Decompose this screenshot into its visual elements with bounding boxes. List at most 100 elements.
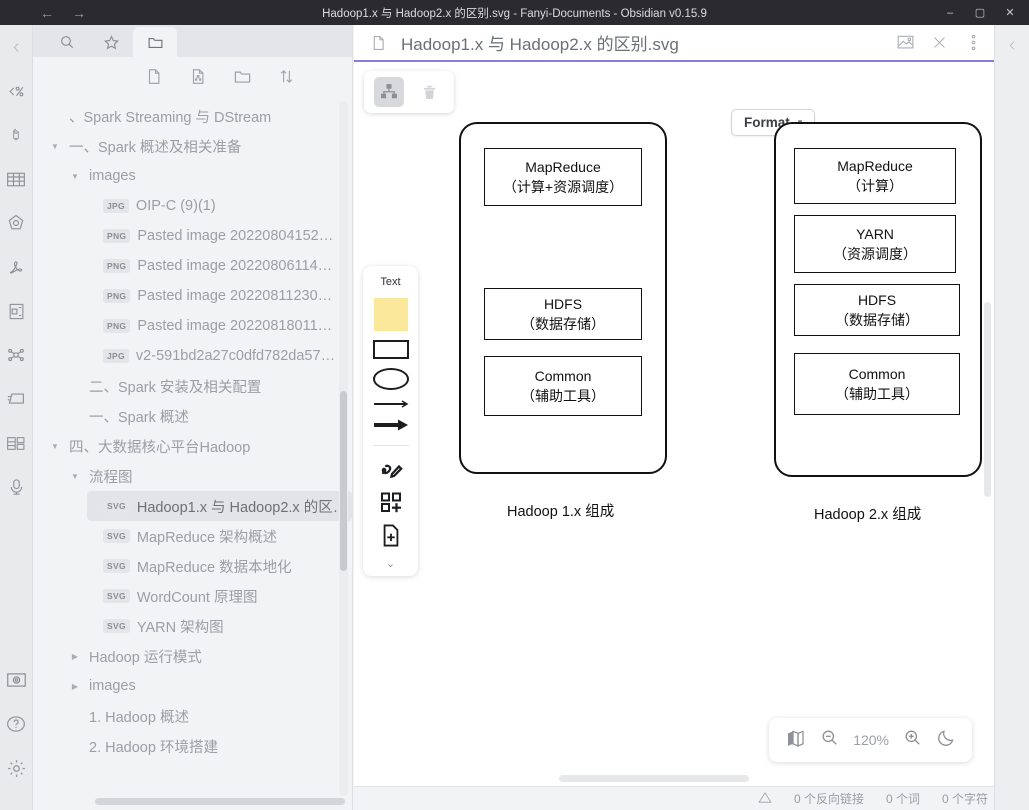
sidebar-scrollbar-thumb[interactable] bbox=[340, 391, 347, 571]
file-tree-folder[interactable]: ▶ images bbox=[67, 671, 352, 701]
collapse-triangle-icon[interactable]: ▼ bbox=[67, 472, 83, 481]
ellipse-icon bbox=[372, 368, 409, 390]
graph-icon[interactable] bbox=[0, 333, 33, 377]
theme-toggle-button[interactable] bbox=[936, 728, 956, 753]
grid-icon[interactable] bbox=[0, 421, 33, 465]
file-tree-file[interactable]: ▶SVGMapReduce 架构概述 bbox=[87, 521, 352, 551]
chevron-left-icon[interactable] bbox=[1006, 39, 1019, 55]
microphone-icon[interactable] bbox=[0, 465, 33, 509]
sort-action[interactable] bbox=[278, 67, 295, 91]
file-tree-file[interactable]: ▶PNGPasted image 20220806114… bbox=[87, 251, 352, 281]
canvas-hscrollbar-thumb[interactable] bbox=[559, 775, 749, 782]
sort-icon bbox=[280, 70, 293, 83]
file-tree-folder[interactable]: ▼ 一、Spark 概述及相关准备 bbox=[47, 131, 352, 161]
line-tool[interactable] bbox=[371, 399, 411, 409]
diagram-tool-button[interactable] bbox=[374, 77, 404, 107]
expand-triangle-icon[interactable]: ▶ bbox=[67, 652, 83, 661]
polygon-icon[interactable] bbox=[0, 201, 33, 245]
word-count: 0 个词 bbox=[885, 792, 920, 806]
rectangle-tool[interactable] bbox=[371, 340, 411, 359]
image-view-button[interactable] bbox=[890, 28, 920, 58]
new-drawing-action[interactable] bbox=[189, 67, 207, 91]
line-icon bbox=[373, 400, 408, 408]
add-file-tool[interactable] bbox=[371, 523, 411, 548]
sidebar-actions bbox=[33, 57, 352, 101]
file-tree-folder[interactable]: ▶、Spark Streaming 与 DStream bbox=[47, 101, 352, 131]
delete-button[interactable] bbox=[414, 77, 444, 107]
text-tool[interactable]: Text bbox=[380, 276, 400, 288]
expand-triangle-icon[interactable]: ▶ bbox=[67, 682, 83, 691]
add-shape-library-tool[interactable] bbox=[371, 490, 411, 514]
collapse-triangle-icon[interactable]: ▼ bbox=[47, 142, 63, 151]
camera-icon[interactable] bbox=[0, 658, 33, 702]
help-icon[interactable] bbox=[0, 702, 33, 746]
file-tree-folder[interactable]: ▶ Hadoop 运行模式 bbox=[67, 641, 352, 671]
file-tree-file[interactable]: ▶PNGPasted image 20220818011… bbox=[87, 311, 352, 341]
file-tree-file[interactable]: ▶SVGWordCount 原理图 bbox=[87, 581, 352, 611]
palette-expand-chevron-icon[interactable]: ⌄ bbox=[386, 557, 395, 570]
file-tree-file[interactable]: ▶JPGOIP-C (9)(1) bbox=[87, 191, 352, 221]
collapse-chevron-icon[interactable] bbox=[0, 25, 33, 69]
backlinks-count[interactable]: 0 个反向链接 bbox=[794, 790, 864, 807]
canvas-toolbar bbox=[364, 71, 454, 113]
file-type-badge: SVG bbox=[103, 619, 130, 633]
folder-icon bbox=[148, 37, 162, 48]
zoom-level[interactable]: 120% bbox=[853, 732, 889, 748]
clip-icon[interactable] bbox=[0, 113, 33, 157]
window-nav: ← → bbox=[40, 6, 86, 20]
map-icon[interactable] bbox=[785, 728, 806, 753]
drawing-canvas[interactable]: Format ▾ Text bbox=[354, 62, 994, 786]
sticky-note-tool[interactable] bbox=[371, 298, 411, 331]
file-tree-file[interactable]: ▶SVGMapReduce 数据本地化 bbox=[87, 551, 352, 581]
file-tree-folder[interactable]: ▶二、Spark 安装及相关配置 bbox=[67, 371, 352, 401]
file-tree-file[interactable]: ▶SVGHadoop1.x 与 Hadoop2.x 的区… bbox=[87, 491, 352, 521]
file-tree-folder[interactable]: ▶1. Hadoop 概述 bbox=[67, 701, 352, 731]
freedraw-tool[interactable] bbox=[371, 457, 411, 481]
file-tree-file[interactable]: ▶SVGYARN 架构图 bbox=[87, 611, 352, 641]
search-tab[interactable] bbox=[45, 27, 89, 57]
back-button[interactable]: ← bbox=[40, 6, 54, 20]
layers-icon[interactable] bbox=[0, 377, 33, 421]
new-note-action[interactable] bbox=[145, 67, 163, 91]
file-tree-file[interactable]: ▶PNGPasted image 20220811230… bbox=[87, 281, 352, 311]
pdf-icon[interactable] bbox=[0, 245, 33, 289]
file-tree[interactable]: ▶、Spark Streaming 与 DStream▼一、Spark 概述及相… bbox=[33, 101, 352, 796]
sidebar-hscrollbar-thumb[interactable] bbox=[95, 798, 345, 805]
collapse-triangle-icon[interactable]: ▼ bbox=[47, 442, 63, 451]
left-icon-rail bbox=[0, 25, 33, 810]
box-title: HDFS bbox=[857, 291, 897, 308]
file-tree-folder[interactable]: ▼ 流程图 bbox=[67, 461, 352, 491]
maximize-button[interactable]: ▢ bbox=[965, 0, 995, 25]
file-tree-folder[interactable]: ▶2. Hadoop 环境搭建 bbox=[67, 731, 352, 761]
forward-button[interactable]: → bbox=[72, 6, 86, 20]
hadoop2-diagram: MapReduce （计算） YARN （资源调度） HDFS （数据存储） C… bbox=[774, 122, 986, 523]
arrow-tool[interactable] bbox=[371, 418, 411, 432]
table-icon[interactable] bbox=[0, 157, 33, 201]
ellipse-tool[interactable] bbox=[371, 368, 411, 390]
file-tree-item-label: Hadoop 运行模式 bbox=[89, 649, 202, 666]
file-tree-folder[interactable]: ▼ images bbox=[67, 161, 352, 191]
collapse-triangle-icon[interactable]: ▼ bbox=[67, 172, 83, 181]
minimize-button[interactable]: – bbox=[935, 0, 965, 25]
file-tree-folder[interactable]: ▼ 四、大数据核心平台Hadoop bbox=[47, 431, 352, 461]
bookmark-tab[interactable] bbox=[89, 27, 133, 57]
zoom-out-button[interactable] bbox=[820, 728, 839, 752]
files-tab[interactable] bbox=[133, 27, 177, 57]
close-button[interactable]: ✕ bbox=[995, 0, 1025, 25]
hadoop2-box-2: HDFS （数据存储） bbox=[794, 284, 960, 336]
file-tree-folder[interactable]: ▶一、Spark 概述 bbox=[67, 401, 352, 431]
hadoop1-box-1: HDFS （数据存储） bbox=[484, 288, 642, 340]
percent-code-icon[interactable] bbox=[0, 69, 33, 113]
more-options-button[interactable] bbox=[958, 28, 988, 58]
new-folder-action[interactable] bbox=[233, 67, 252, 91]
zoom-in-button[interactable] bbox=[903, 728, 922, 752]
settings-icon[interactable] bbox=[0, 746, 33, 790]
file-tree-file[interactable]: ▶PNGPasted image 20220804152… bbox=[87, 221, 352, 251]
card-icon[interactable] bbox=[0, 289, 33, 333]
warning-icon[interactable] bbox=[758, 791, 772, 807]
file-tree-file[interactable]: ▶JPGv2-591bd2a27c0dfd782da57… bbox=[87, 341, 352, 371]
file-tree-item-label: 2. Hadoop 环境搭建 bbox=[89, 739, 218, 756]
close-tab-button[interactable] bbox=[924, 28, 954, 58]
canvas-vscrollbar-thumb[interactable] bbox=[984, 302, 991, 497]
sitemap-icon bbox=[381, 84, 397, 99]
